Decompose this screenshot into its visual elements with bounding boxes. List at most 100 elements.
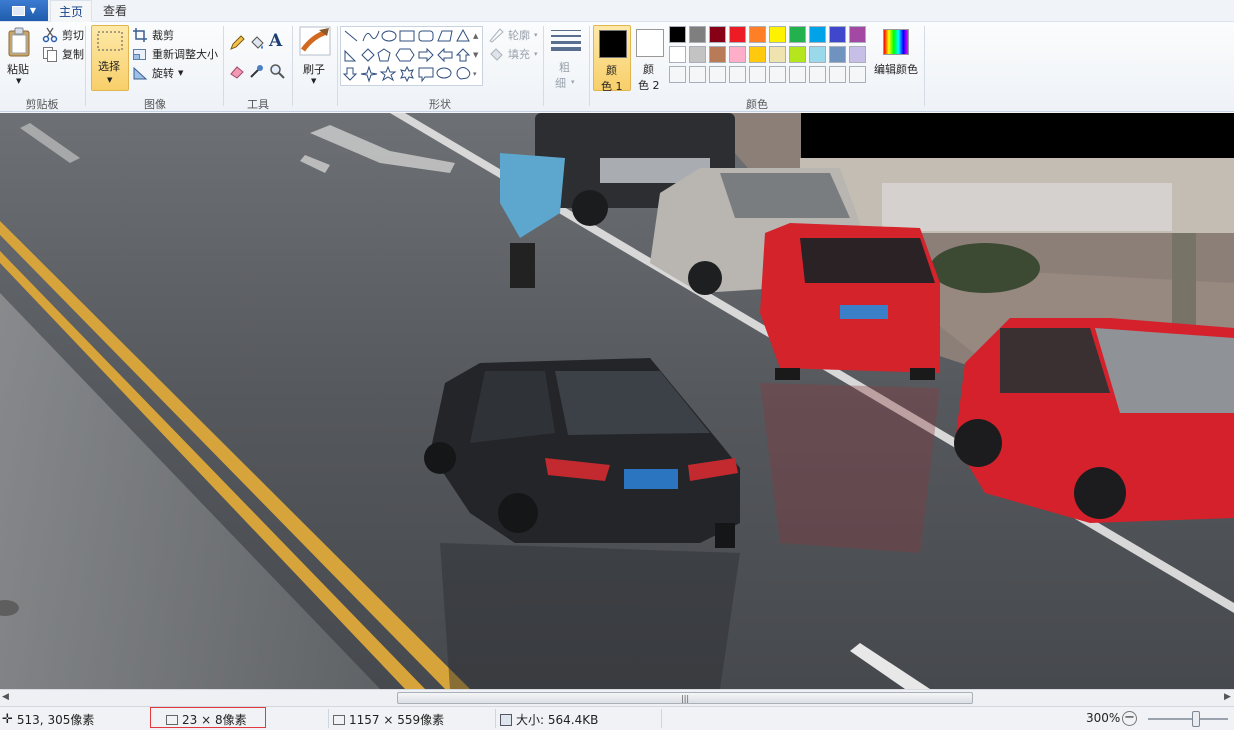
crop-button[interactable]: 裁剪 bbox=[132, 27, 174, 43]
size-button[interactable]: 粗 细 ▾ bbox=[547, 25, 585, 91]
color-swatch[interactable] bbox=[709, 26, 726, 43]
paste-button[interactable]: 粘贴 ▼ bbox=[4, 25, 34, 91]
color-swatch[interactable] bbox=[709, 66, 726, 83]
separator bbox=[495, 709, 496, 728]
color-swatch[interactable] bbox=[829, 46, 846, 63]
color-swatch[interactable] bbox=[689, 46, 706, 63]
zoom-level: 300% bbox=[1086, 711, 1120, 725]
brush-icon bbox=[299, 26, 331, 56]
zoom-slider[interactable] bbox=[1148, 711, 1228, 727]
color-swatch[interactable] bbox=[769, 46, 786, 63]
color1-label-top: 颜 bbox=[606, 64, 617, 77]
rotate-icon bbox=[133, 66, 148, 80]
color-swatch[interactable] bbox=[789, 46, 806, 63]
fill-bucket-icon[interactable] bbox=[249, 35, 265, 51]
ribbon: 粘贴 ▼ 剪切 复制 剪贴板 选择 ▼ 裁剪 重新调整大小 旋转 ▼ 图像 A … bbox=[0, 22, 1234, 112]
status-bar: ✛ 513, 305像素 23 × 8像素 1157 × 559像素 大小: 5… bbox=[0, 706, 1234, 730]
horizontal-scrollbar[interactable]: ◀ ||| ▶ bbox=[0, 689, 1234, 706]
color2-label-top: 颜 bbox=[643, 63, 654, 76]
tab-home[interactable]: 主页 bbox=[50, 0, 92, 22]
color-swatch[interactable] bbox=[829, 26, 846, 43]
edit-colors-button[interactable]: 编辑颜色 bbox=[874, 25, 920, 91]
paste-label: 粘贴 bbox=[7, 63, 29, 76]
separator bbox=[328, 709, 329, 728]
color-swatch[interactable] bbox=[729, 46, 746, 63]
disk-icon bbox=[500, 713, 512, 726]
clipboard-group-label: 剪贴板 bbox=[25, 98, 59, 111]
color-swatch[interactable] bbox=[809, 26, 826, 43]
separator bbox=[589, 26, 590, 106]
color2-swatch bbox=[636, 29, 664, 57]
copy-label: 复制 bbox=[62, 48, 84, 61]
color-swatch[interactable] bbox=[789, 66, 806, 83]
size-label-top: 粗 bbox=[559, 61, 570, 74]
color-swatch[interactable] bbox=[709, 46, 726, 63]
scroll-left-arrow[interactable]: ◀ bbox=[2, 692, 9, 702]
color-swatch[interactable] bbox=[669, 46, 686, 63]
pencil-icon[interactable] bbox=[229, 35, 245, 51]
selection-rectangle-icon bbox=[97, 31, 123, 51]
brush-button[interactable]: 刷子 ▼ bbox=[297, 25, 333, 91]
color-swatch[interactable] bbox=[849, 46, 866, 63]
zoom-level-text: 300% bbox=[1086, 711, 1121, 725]
shapes-scroll-arrows[interactable]: ▲ ▼ ▾ bbox=[473, 27, 478, 84]
image-size-icon bbox=[333, 714, 345, 725]
select-button[interactable]: 选择 ▼ bbox=[91, 25, 129, 91]
chevron-down-icon: ▾ bbox=[534, 31, 538, 39]
color-swatch[interactable] bbox=[689, 66, 706, 83]
separator bbox=[85, 26, 86, 106]
outline-button[interactable]: 轮廓 ▾ bbox=[488, 27, 538, 43]
color-swatch[interactable] bbox=[829, 66, 846, 83]
paint-menu-button[interactable]: ▼ bbox=[0, 0, 48, 21]
selection-size-text: 23 × 8像素 bbox=[182, 713, 247, 727]
color2-label-bottom: 色 2 bbox=[638, 79, 660, 92]
scrollbar-thumb[interactable]: ||| bbox=[397, 692, 973, 704]
resize-label: 重新调整大小 bbox=[152, 48, 218, 61]
scroll-right-arrow[interactable]: ▶ bbox=[1224, 692, 1231, 702]
tools-group-label: 工具 bbox=[247, 98, 269, 111]
color-swatch[interactable] bbox=[809, 46, 826, 63]
color1-button[interactable]: 颜 色 1 bbox=[593, 25, 631, 93]
shapes-gallery[interactable] bbox=[340, 26, 483, 86]
magnifier-icon[interactable] bbox=[269, 63, 285, 79]
color-swatch[interactable] bbox=[669, 26, 686, 43]
color-swatch[interactable] bbox=[729, 66, 746, 83]
color-swatch[interactable] bbox=[749, 26, 766, 43]
fill-button[interactable]: 填充 ▾ bbox=[488, 46, 538, 62]
fill-icon bbox=[490, 48, 503, 61]
rotate-label: 旋转 bbox=[152, 67, 174, 80]
color-swatch[interactable] bbox=[769, 26, 786, 43]
zoom-out-button[interactable]: − bbox=[1122, 711, 1137, 726]
resize-icon bbox=[133, 49, 146, 60]
file-size: 大小: 564.4KB bbox=[500, 711, 598, 728]
separator bbox=[924, 26, 925, 106]
scissors-icon bbox=[42, 27, 58, 43]
zoom-slider-thumb[interactable] bbox=[1192, 711, 1200, 727]
color-swatch[interactable] bbox=[789, 26, 806, 43]
chevron-down-icon: ▼ bbox=[311, 77, 317, 85]
rotate-button[interactable]: 旋转 ▼ bbox=[132, 65, 183, 81]
tab-view[interactable]: 查看 bbox=[96, 0, 134, 22]
color-swatch[interactable] bbox=[749, 66, 766, 83]
color-swatch[interactable] bbox=[749, 46, 766, 63]
drawing-canvas[interactable] bbox=[0, 113, 1234, 689]
color-swatch[interactable] bbox=[669, 66, 686, 83]
cut-button[interactable]: 剪切 bbox=[42, 27, 84, 43]
shapes-group-label: 形状 bbox=[429, 98, 451, 111]
text-tool-icon[interactable]: A bbox=[269, 31, 282, 51]
color-swatch[interactable] bbox=[849, 26, 866, 43]
color-swatch[interactable] bbox=[689, 26, 706, 43]
color-swatch[interactable] bbox=[849, 66, 866, 83]
shapes-grid bbox=[342, 28, 471, 83]
canvas-image bbox=[0, 113, 1234, 689]
color-picker-icon[interactable] bbox=[249, 63, 265, 79]
fill-label: 填充 bbox=[508, 48, 530, 61]
color-swatch[interactable] bbox=[729, 26, 746, 43]
resize-button[interactable]: 重新调整大小 bbox=[132, 46, 218, 62]
copy-button[interactable]: 复制 bbox=[42, 46, 84, 62]
color2-button[interactable]: 颜 色 2 bbox=[631, 25, 669, 92]
color-swatch[interactable] bbox=[809, 66, 826, 83]
document-icon bbox=[11, 5, 25, 16]
color-swatch[interactable] bbox=[769, 66, 786, 83]
eraser-icon[interactable] bbox=[229, 63, 245, 79]
